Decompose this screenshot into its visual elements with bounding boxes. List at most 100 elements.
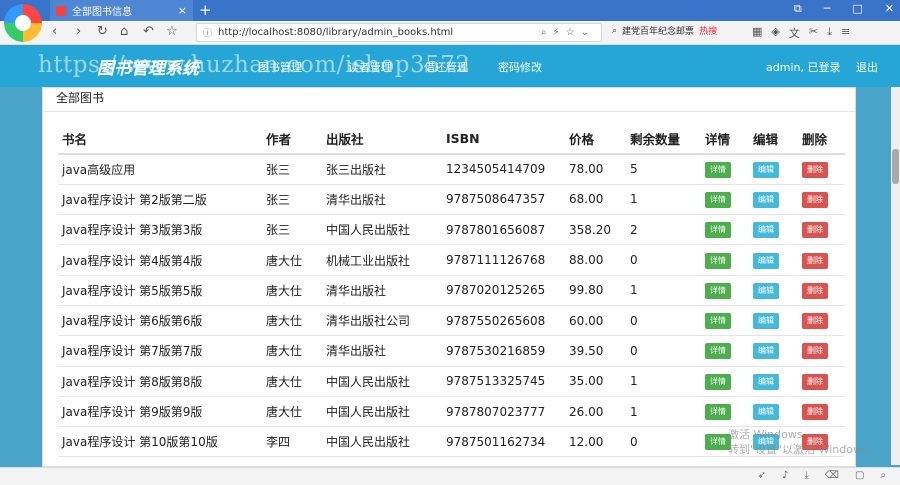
cut-icon[interactable]: ✂ (809, 25, 818, 41)
delete-button[interactable]: 删除 (802, 313, 828, 330)
app-brand[interactable]: 图书管理系统 (97, 54, 199, 79)
cell-author: 唐大仕 (262, 275, 322, 306)
minimize-icon[interactable]: ─ (824, 2, 831, 16)
cell-name: Java程序设计 第9版第9版 (58, 396, 262, 428)
cell-quantity: 2 (626, 214, 701, 246)
accelerate-icon[interactable]: ➶ (758, 470, 766, 481)
cell-price: 88.00 (565, 244, 626, 276)
detail-button[interactable]: 详情 (705, 252, 731, 269)
detail-cell: 详情 (701, 335, 749, 367)
cell-price: 12.00 (565, 426, 626, 458)
nav-borrow-manage[interactable]: 借还管理 (424, 59, 468, 75)
clear-icon[interactable]: ⌫ (825, 470, 839, 481)
zoom-icon[interactable]: ⌕ (880, 470, 886, 481)
delete-button[interactable]: 删除 (802, 191, 828, 208)
edit-button[interactable]: 编辑 (753, 343, 779, 360)
table-row: Java程序设计 第4版第4版 唐大仕 机械工业出版社 9787111126768 88… (58, 244, 845, 276)
nav-password-change[interactable]: 密码修改 (498, 59, 542, 75)
maximize-icon[interactable]: □ (852, 2, 862, 16)
delete-cell: 删除 (798, 396, 845, 428)
scrollbar-thumb[interactable] (892, 149, 899, 184)
cell-quantity: 1 (626, 184, 701, 216)
edit-cell: 编辑 (749, 305, 798, 337)
cell-publisher: 机械工业出版社 (322, 244, 442, 276)
back-icon[interactable]: ‹ (52, 24, 57, 39)
cell-author: 唐大仕 (262, 305, 322, 337)
detail-button[interactable]: 详情 (705, 313, 731, 330)
url-field[interactable]: ⓘ http://localhost:8080/library/admin_bo… (196, 23, 602, 42)
edit-cell: 编辑 (749, 214, 798, 246)
header-name: 书名 (58, 124, 262, 155)
address-bar-row: ‹ › ↻ ⌂ ↶ ☆ ⓘ http://localhost:8080/libr… (0, 21, 900, 45)
undo-icon[interactable]: ↶ (143, 24, 154, 39)
detail-button[interactable]: 详情 (705, 222, 731, 239)
edit-button[interactable]: 编辑 (753, 222, 779, 239)
delete-button[interactable]: 删除 (802, 343, 828, 360)
cell-isbn: 9787550265608 (442, 305, 565, 337)
browser-tab[interactable]: 全部图书信息 × (50, 0, 193, 21)
download-status-icon[interactable]: ⤓ (804, 470, 808, 481)
detail-cell: 详情 (701, 214, 749, 246)
cell-publisher: 张三出版社 (322, 154, 442, 185)
edit-button[interactable]: 编辑 (753, 282, 779, 299)
cell-publisher: 清华出版社 (322, 275, 442, 306)
delete-button[interactable]: 删除 (802, 282, 828, 299)
edit-button[interactable]: 编辑 (753, 191, 779, 208)
audio-icon[interactable]: ♪ (782, 470, 788, 481)
cell-price: 358.20 (565, 214, 626, 246)
reload-icon[interactable]: ↻ (97, 24, 108, 39)
cell-isbn: 9787801656087 (442, 214, 565, 246)
edit-button[interactable]: 编辑 (753, 313, 779, 330)
header-price: 价格 (565, 124, 626, 155)
logout-link[interactable]: 退出 (856, 59, 878, 75)
delete-button[interactable]: 删除 (802, 404, 828, 421)
detail-button[interactable]: 详情 (705, 191, 731, 208)
page-scrollbar[interactable] (891, 87, 900, 465)
translate-icon[interactable]: 文 (789, 25, 800, 41)
window-close-icon[interactable]: ✕ (885, 2, 894, 16)
detail-button[interactable]: 详情 (705, 282, 731, 299)
close-icon[interactable]: × (178, 4, 187, 17)
url-actions-icon[interactable]: ⌕⚡☆⌄ (541, 27, 595, 38)
search-suggestion[interactable]: ⌕ 建党百年纪念邮票 热搜 (612, 24, 717, 38)
home-icon[interactable]: ⌂ (120, 24, 128, 39)
apps-icon[interactable]: ▦ (752, 25, 762, 41)
detail-button[interactable]: 详情 (705, 343, 731, 360)
delete-button[interactable]: 删除 (802, 373, 828, 390)
cell-name: Java程序设计 第3版第3版 (58, 214, 262, 246)
edit-cell: 编辑 (749, 396, 798, 428)
header-isbn: ISBN (442, 124, 565, 155)
delete-button[interactable]: 删除 (802, 252, 828, 269)
cell-isbn: 9787508647357 (442, 184, 565, 216)
download-icon[interactable]: ⤓ (827, 25, 832, 41)
table-row: Java程序设计 第10版第10版 李四 中国人民出版社 9787501162734 1… (58, 426, 845, 458)
edit-button[interactable]: 编辑 (753, 373, 779, 390)
detail-button[interactable]: 详情 (705, 373, 731, 390)
edit-button[interactable]: 编辑 (753, 252, 779, 269)
edit-button[interactable]: 编辑 (753, 161, 779, 178)
detail-cell: 详情 (701, 366, 749, 397)
window-icon[interactable]: ▢ (855, 470, 864, 481)
edit-button[interactable]: 编辑 (753, 404, 779, 421)
cell-publisher: 中国人民出版社 (322, 396, 442, 428)
detail-button[interactable]: 详情 (705, 404, 731, 421)
cell-name: Java程序设计 第6版第6版 (58, 305, 262, 337)
new-tab-icon[interactable]: + (199, 1, 212, 19)
cell-publisher: 中国人民出版社 (322, 426, 442, 458)
game-icon[interactable]: ◈ (771, 25, 779, 41)
cell-quantity: 1 (626, 366, 701, 397)
user-status[interactable]: admin, 已登录 (766, 59, 840, 75)
cell-quantity: 5 (626, 154, 701, 185)
nav-reader-manage[interactable]: 读者管理 (348, 59, 392, 75)
table-row: Java程序设计 第2版第二版 张三 清华出版社 9787508647357 68.00… (58, 184, 845, 216)
delete-button[interactable]: 删除 (802, 222, 828, 239)
restore-tab-icon[interactable]: ⧉ (794, 2, 802, 16)
table-row: java高级应用 张三 张三出版社 1234505414709 78.00 5 详情 编辑 删除 (58, 154, 845, 185)
nav-book-manage[interactable]: 图书管理 (258, 59, 302, 75)
star-icon[interactable]: ☆ (166, 24, 178, 39)
menu-icon[interactable]: ≡ (841, 25, 850, 41)
delete-button[interactable]: 删除 (802, 161, 828, 178)
detail-button[interactable]: 详情 (705, 161, 731, 178)
edit-cell: 编辑 (749, 366, 798, 397)
forward-icon[interactable]: › (76, 24, 81, 39)
